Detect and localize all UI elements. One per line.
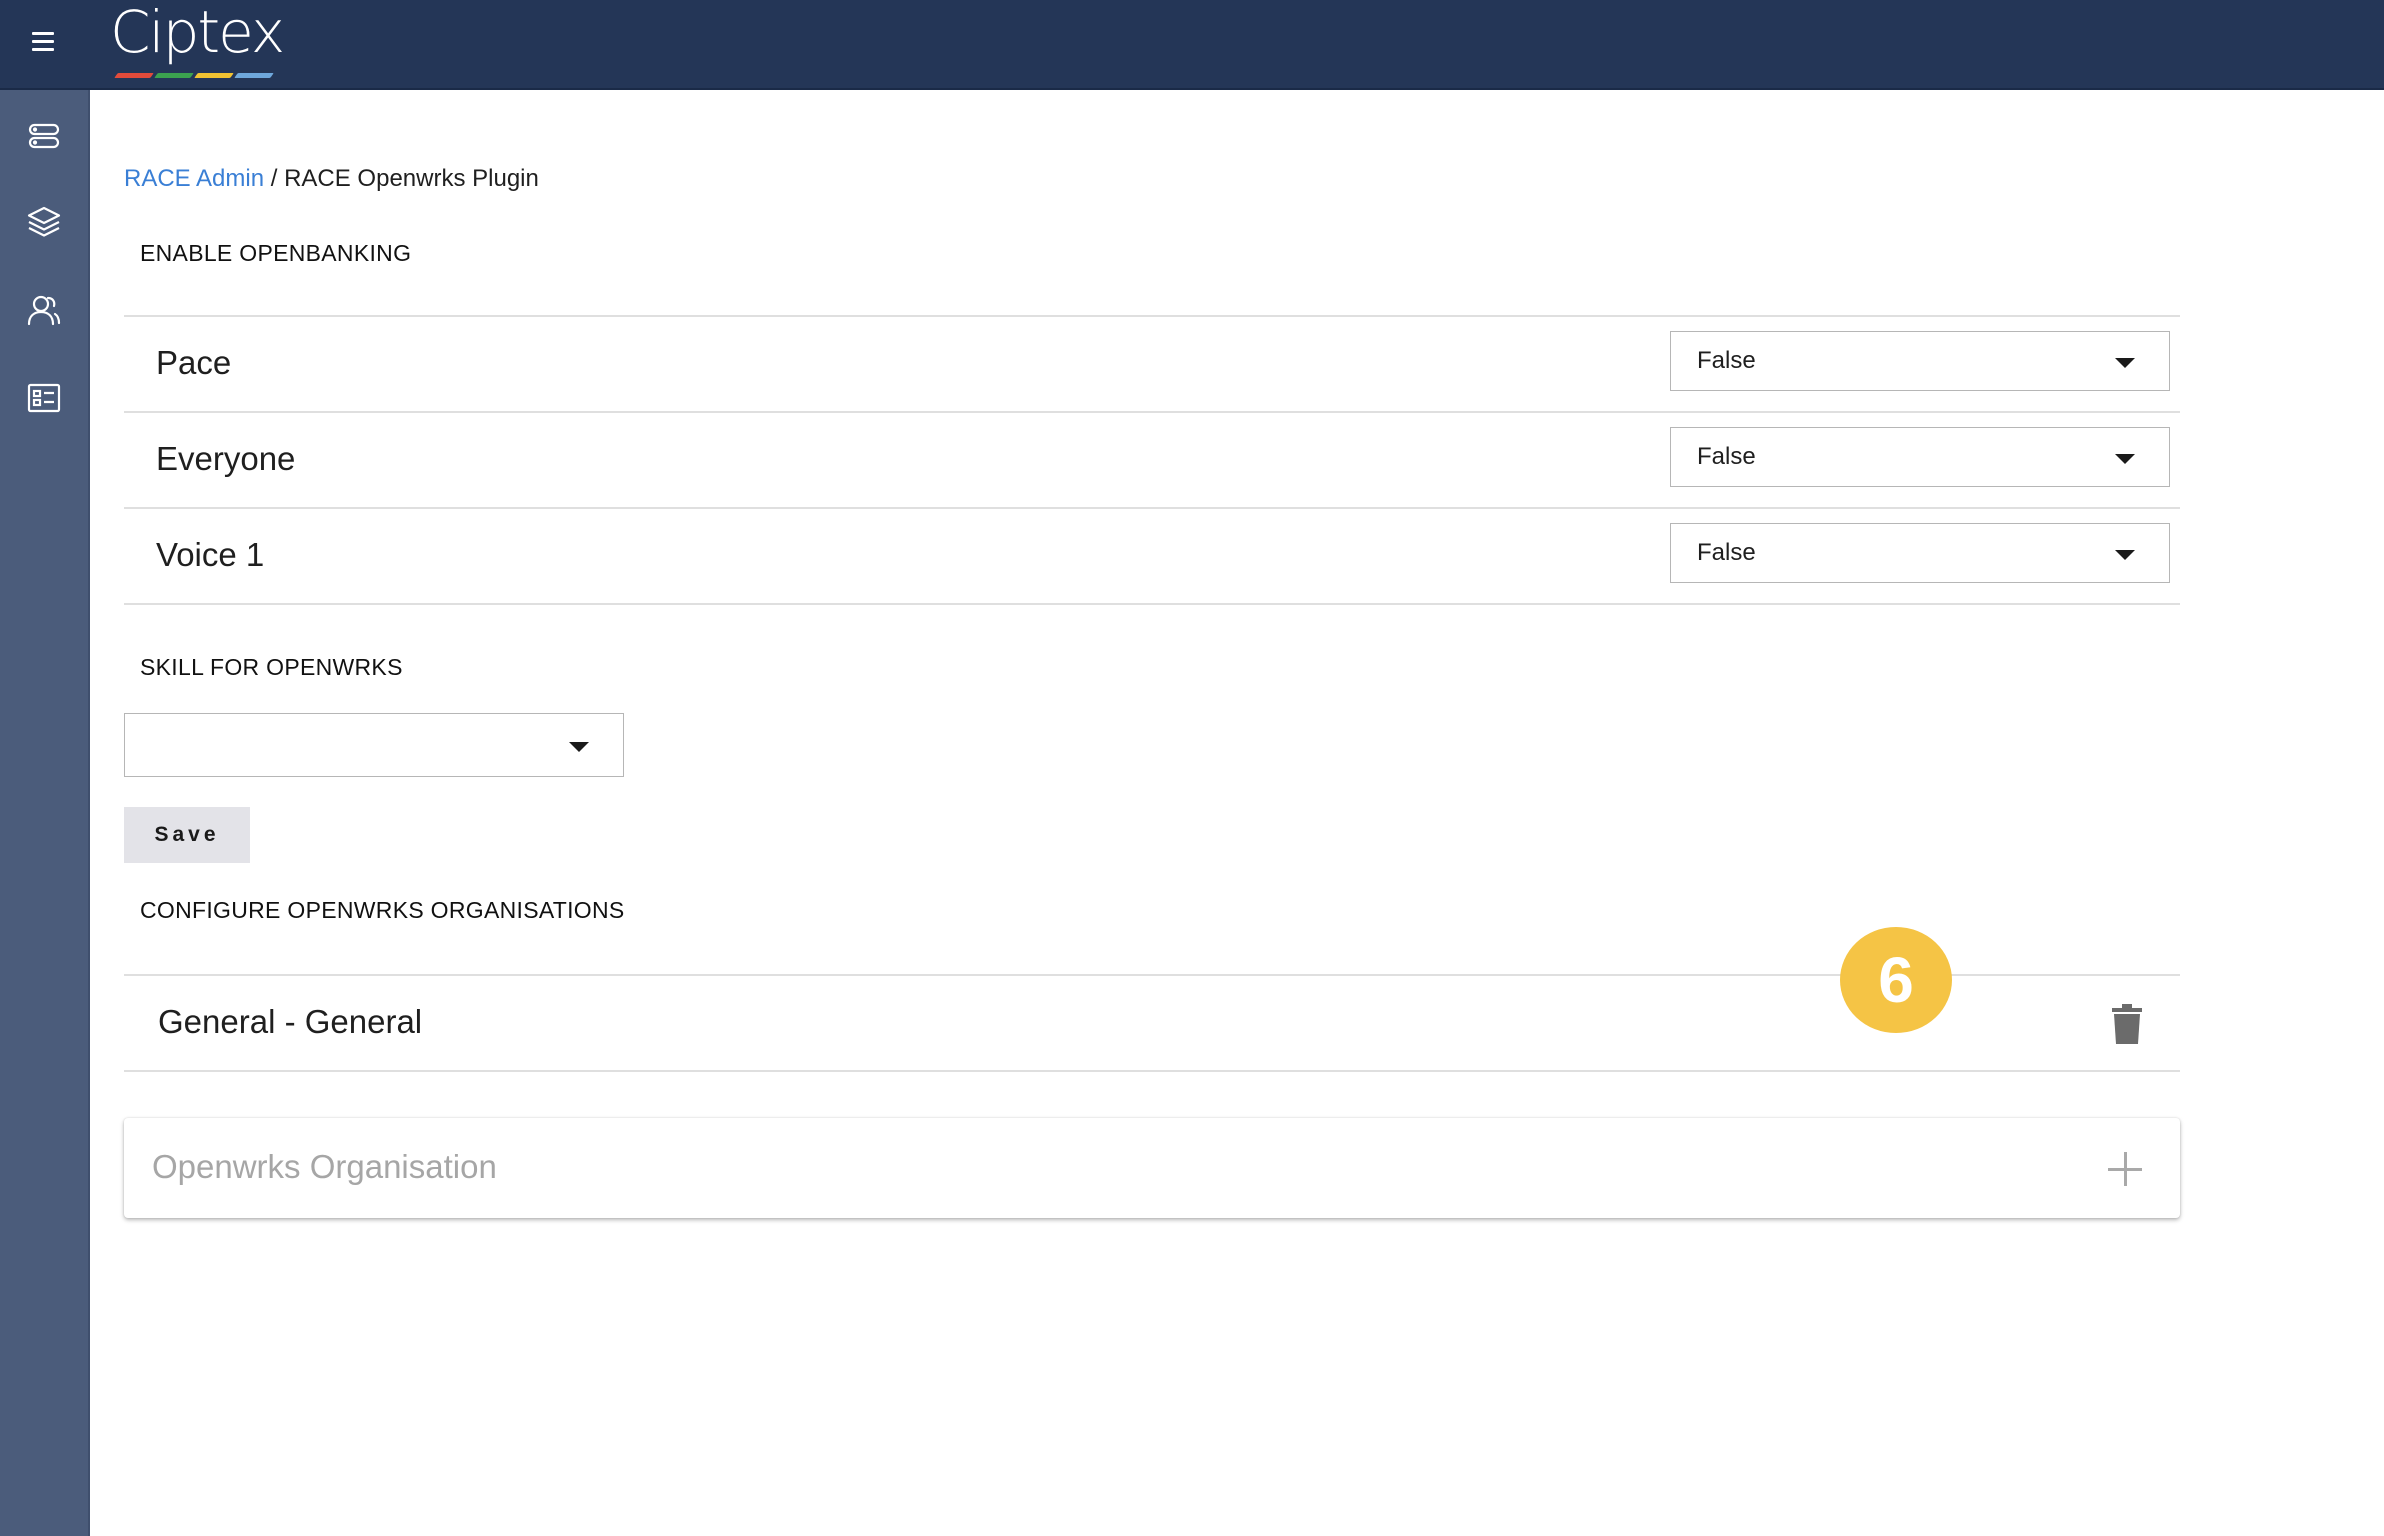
organisation-input[interactable]: [152, 1144, 2052, 1190]
breadcrumb-separator: /: [264, 165, 285, 192]
select-value: False: [1697, 347, 1756, 374]
skill-select[interactable]: [124, 713, 624, 777]
breadcrumb-link-race-admin[interactable]: RACE Admin: [124, 165, 264, 192]
top-bar: Ciptex: [0, 0, 2384, 90]
server-icon[interactable]: [26, 118, 62, 154]
users-icon[interactable]: [26, 292, 62, 328]
enable-row-everyone: Everyone False: [124, 411, 2180, 507]
enable-select-voice-1[interactable]: False: [1670, 523, 2170, 583]
enable-select-everyone[interactable]: False: [1670, 427, 2170, 487]
enable-select-pace[interactable]: False: [1670, 331, 2170, 391]
enable-row-label: Pace: [156, 344, 232, 381]
section-title-configure-organisations: CONFIGURE OPENWRKS ORGANISATIONS: [140, 897, 625, 923]
caret-down-icon: [569, 742, 589, 752]
caret-down-icon: [2115, 454, 2135, 464]
sidebar: [0, 90, 90, 1536]
org-row-label: General - General: [158, 1003, 423, 1040]
breadcrumb-current: RACE Openwrks Plugin: [284, 165, 539, 192]
brand-logo-stripes: [112, 73, 274, 79]
brand-logo: Ciptex: [110, 0, 285, 66]
caret-down-icon: [2115, 358, 2135, 368]
step-number-badge: 6: [1840, 927, 1952, 1033]
enable-row-label: Everyone: [156, 440, 296, 477]
section-title-skill-for-openwrks: SKILL FOR OPENWRKS: [140, 654, 403, 680]
trash-icon[interactable]: [2112, 1004, 2142, 1044]
select-value: False: [1697, 539, 1756, 566]
contact-card-icon[interactable]: [26, 380, 62, 416]
hamburger-icon[interactable]: [32, 32, 54, 52]
caret-down-icon: [2115, 550, 2135, 560]
enable-row-label: Voice 1: [156, 536, 265, 573]
add-organisation-card: [124, 1118, 2180, 1218]
layers-icon[interactable]: [26, 204, 62, 240]
enable-row-voice-1: Voice 1 False: [124, 507, 2180, 605]
plus-icon[interactable]: [2108, 1152, 2142, 1186]
select-value: False: [1697, 443, 1756, 470]
section-title-enable-openbanking: ENABLE OPENBANKING: [140, 240, 412, 266]
enable-row-pace: Pace False: [124, 315, 2180, 411]
save-button[interactable]: Save: [124, 807, 250, 863]
breadcrumb: RACE Admin / RACE Openwrks Plugin: [124, 160, 539, 198]
